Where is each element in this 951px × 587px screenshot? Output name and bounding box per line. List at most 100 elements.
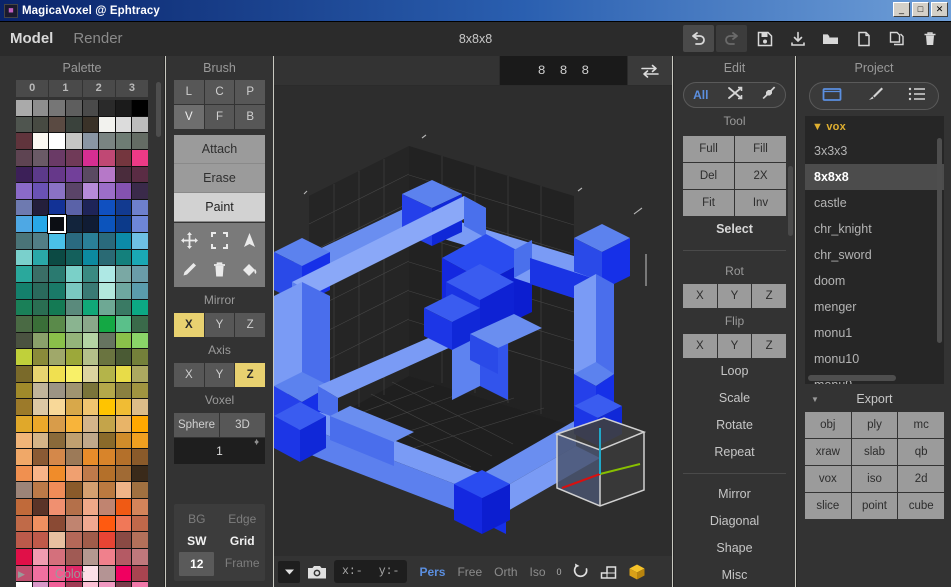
- screenshot-button[interactable]: [304, 561, 330, 583]
- palette-swatch[interactable]: [99, 532, 115, 548]
- export-format-button[interactable]: obj: [805, 412, 851, 438]
- palette-swatch[interactable]: [115, 482, 132, 498]
- palette-swatch[interactable]: [32, 282, 49, 299]
- palette-swatch[interactable]: [32, 216, 49, 232]
- camera-mode-orth[interactable]: Orth: [490, 565, 521, 579]
- palette-swatch[interactable]: [65, 216, 82, 232]
- palette-swatch[interactable]: [115, 133, 132, 149]
- new-button[interactable]: [848, 25, 879, 52]
- tool-del-button[interactable]: Del: [683, 163, 734, 189]
- palette-swatch[interactable]: [115, 316, 132, 332]
- palette-swatch[interactable]: [99, 515, 115, 532]
- palette-swatch[interactable]: [132, 266, 148, 282]
- sw-toggle[interactable]: SW: [174, 530, 220, 552]
- select-section-label[interactable]: Select: [674, 216, 795, 243]
- palette-swatch[interactable]: [99, 465, 115, 482]
- palette-swatch[interactable]: [65, 432, 82, 449]
- palette-swatch[interactable]: [32, 149, 49, 166]
- palette-swatch[interactable]: [49, 366, 65, 382]
- export-format-button[interactable]: ply: [851, 412, 898, 438]
- palette-swatch[interactable]: [65, 465, 82, 482]
- palette-swatch[interactable]: [16, 166, 32, 183]
- file-group-header[interactable]: ▼ vox: [805, 116, 944, 138]
- project-tab-brush[interactable]: [866, 86, 884, 107]
- export-format-button[interactable]: cube: [898, 493, 944, 519]
- palette-swatch[interactable]: [99, 482, 115, 498]
- palette-swatch[interactable]: [32, 249, 49, 266]
- palette-swatch[interactable]: [49, 100, 65, 116]
- delete-tool-button[interactable]: [204, 255, 234, 284]
- palette-swatch[interactable]: [115, 449, 132, 465]
- file-list-item[interactable]: chr_sword: [805, 242, 944, 268]
- edit-item-scale[interactable]: Scale: [674, 385, 795, 412]
- palette-swatch[interactable]: [99, 100, 115, 116]
- palette-swatch[interactable]: [82, 233, 99, 249]
- palette-swatch[interactable]: [32, 183, 49, 199]
- palette-column-1[interactable]: 1: [49, 80, 82, 97]
- palette-swatch[interactable]: [32, 316, 49, 332]
- palette-swatch[interactable]: [82, 282, 99, 299]
- palette-swatch[interactable]: [115, 249, 132, 266]
- palette-swatch[interactable]: [115, 233, 132, 249]
- palette-swatch[interactable]: [99, 233, 115, 249]
- palette-swatch[interactable]: [16, 465, 32, 482]
- camera-mode-free[interactable]: Free: [453, 565, 486, 579]
- palette-swatch[interactable]: [115, 382, 132, 399]
- palette-swatch[interactable]: [132, 349, 148, 365]
- camera-angle-value[interactable]: 0: [554, 567, 565, 577]
- file-list-item[interactable]: monu1: [805, 320, 944, 346]
- palette-swatch[interactable]: [32, 166, 49, 183]
- palette-swatch[interactable]: [132, 282, 148, 299]
- palette-swatch[interactable]: [49, 482, 65, 498]
- palette-swatch[interactable]: [132, 233, 148, 249]
- palette-swatch[interactable]: [49, 149, 65, 166]
- palette-swatch[interactable]: [32, 332, 49, 349]
- palette-swatch[interactable]: [99, 332, 115, 349]
- edit-item-loop[interactable]: Loop: [674, 358, 795, 385]
- grid-toggle[interactable]: Grid: [220, 530, 266, 552]
- palette-swatch[interactable]: [65, 100, 82, 116]
- palette-swatch[interactable]: [99, 282, 115, 299]
- palette-swatch[interactable]: [115, 166, 132, 183]
- file-list-item[interactable]: 8x8x8: [805, 164, 944, 190]
- palette-swatch[interactable]: [16, 316, 32, 332]
- file-list-item[interactable]: chr_knight: [805, 216, 944, 242]
- palette-swatch[interactable]: [132, 149, 148, 166]
- palette-swatch[interactable]: [65, 183, 82, 199]
- palette-swatch[interactable]: [32, 299, 49, 316]
- palette-swatch[interactable]: [16, 233, 32, 249]
- palette-swatch[interactable]: [49, 266, 65, 282]
- palette-swatch[interactable]: [16, 116, 32, 133]
- tool-2x-button[interactable]: 2X: [735, 163, 786, 189]
- palette-swatch[interactable]: [132, 382, 148, 399]
- palette-swatch[interactable]: [132, 482, 148, 498]
- palette-scrollbar-top[interactable]: [156, 82, 161, 137]
- palette-swatch[interactable]: [99, 366, 115, 382]
- palette-column-2[interactable]: 2: [82, 80, 115, 97]
- palette-swatch[interactable]: [82, 183, 99, 199]
- palette-swatch[interactable]: [49, 183, 65, 199]
- palette-swatch[interactable]: [132, 366, 148, 382]
- export-format-button[interactable]: point: [851, 493, 898, 519]
- camera-mode-pers[interactable]: Pers: [415, 565, 449, 579]
- flip-axis-z[interactable]: Z: [752, 334, 787, 358]
- rot-axis-y[interactable]: Y: [717, 284, 752, 308]
- palette-swatch[interactable]: [49, 199, 65, 216]
- palette-swatch[interactable]: [82, 166, 99, 183]
- color-section-header[interactable]: ▶ Color: [0, 561, 165, 587]
- palette-swatch[interactable]: [49, 449, 65, 465]
- palette-swatch[interactable]: [82, 499, 99, 515]
- axis-y[interactable]: Y: [204, 363, 235, 387]
- export-format-button[interactable]: iso: [851, 466, 898, 492]
- palette-swatch[interactable]: [16, 282, 32, 299]
- eyedropper-tool-button[interactable]: [174, 255, 204, 284]
- palette-swatch[interactable]: [32, 449, 49, 465]
- file-list-item[interactable]: doom: [805, 268, 944, 294]
- palette-swatch[interactable]: [99, 316, 115, 332]
- file-list-item[interactable]: castle: [805, 190, 944, 216]
- move-tool-button[interactable]: [174, 226, 204, 255]
- palette-swatch[interactable]: [115, 100, 132, 116]
- rot-axis-x[interactable]: X: [683, 284, 717, 308]
- file-list-hscrollbar[interactable]: [808, 375, 896, 381]
- palette-swatch[interactable]: [82, 299, 99, 316]
